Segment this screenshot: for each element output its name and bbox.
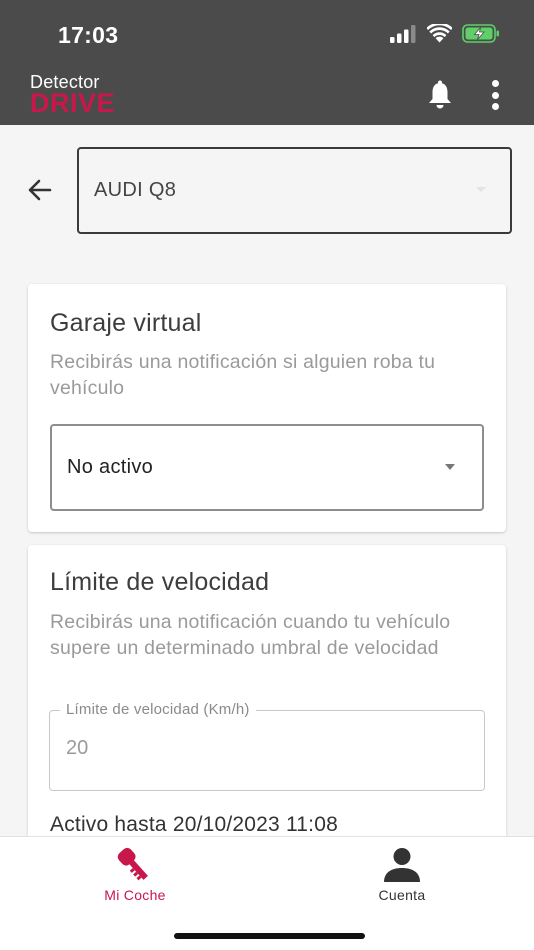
cellular-signal-icon	[390, 24, 416, 43]
home-indicator[interactable]	[174, 933, 365, 939]
notification-bell-icon[interactable]	[426, 80, 454, 110]
battery-charging-icon	[462, 24, 499, 43]
wifi-icon	[427, 24, 452, 43]
status-time: 17:03	[58, 22, 119, 48]
top-bar: 17:03 Detector DRIVE	[0, 0, 534, 125]
back-arrow-icon[interactable]	[24, 174, 56, 206]
account-icon	[384, 848, 420, 882]
garaje-virtual-select-value: No activo	[67, 456, 154, 478]
limite-velocidad-title: Límite de velocidad	[50, 568, 270, 596]
garaje-virtual-select[interactable]: No activo	[50, 424, 484, 511]
screen: 17:03 Detector DRIVE AUDI Q8 Garaje virt…	[0, 0, 534, 950]
car-key-icon	[117, 847, 148, 881]
garaje-virtual-description: Recibirás una notificación si alguien ro…	[50, 351, 436, 399]
garaje-virtual-card: Garaje virtual Recibirás una notificació…	[28, 284, 506, 532]
limite-velocidad-card: Límite de velocidad Recibirás una notifi…	[28, 545, 506, 865]
speed-limit-field[interactable]: Límite de velocidad (Km/h)	[49, 701, 485, 791]
speed-limit-input[interactable]	[66, 737, 366, 760]
limite-velocidad-description: Recibirás una notificación cuando tu veh…	[50, 611, 451, 659]
garaje-virtual-title: Garaje virtual	[50, 309, 202, 337]
status-icons	[390, 24, 500, 43]
vehicle-select[interactable]: AUDI Q8	[77, 147, 512, 234]
active-until-text: Activo hasta 20/10/2023 11:08	[50, 813, 338, 836]
speed-limit-label: Límite de velocidad (Km/h)	[60, 701, 256, 718]
dropdown-arrow-icon	[445, 464, 455, 470]
nav-item-cuenta[interactable]: Cuenta	[302, 837, 502, 917]
chevron-down-icon	[476, 187, 486, 192]
vehicle-select-value: AUDI Q8	[94, 179, 177, 201]
nav-item-label: Cuenta	[378, 887, 426, 903]
nav-item-mi-coche[interactable]: Mi Coche	[35, 837, 235, 917]
detector-drive-logo: Detector DRIVE	[30, 73, 116, 118]
nav-item-label: Mi Coche	[104, 887, 166, 903]
logo-bottom-text: DRIVE	[30, 88, 116, 118]
more-options-icon[interactable]	[484, 78, 506, 112]
